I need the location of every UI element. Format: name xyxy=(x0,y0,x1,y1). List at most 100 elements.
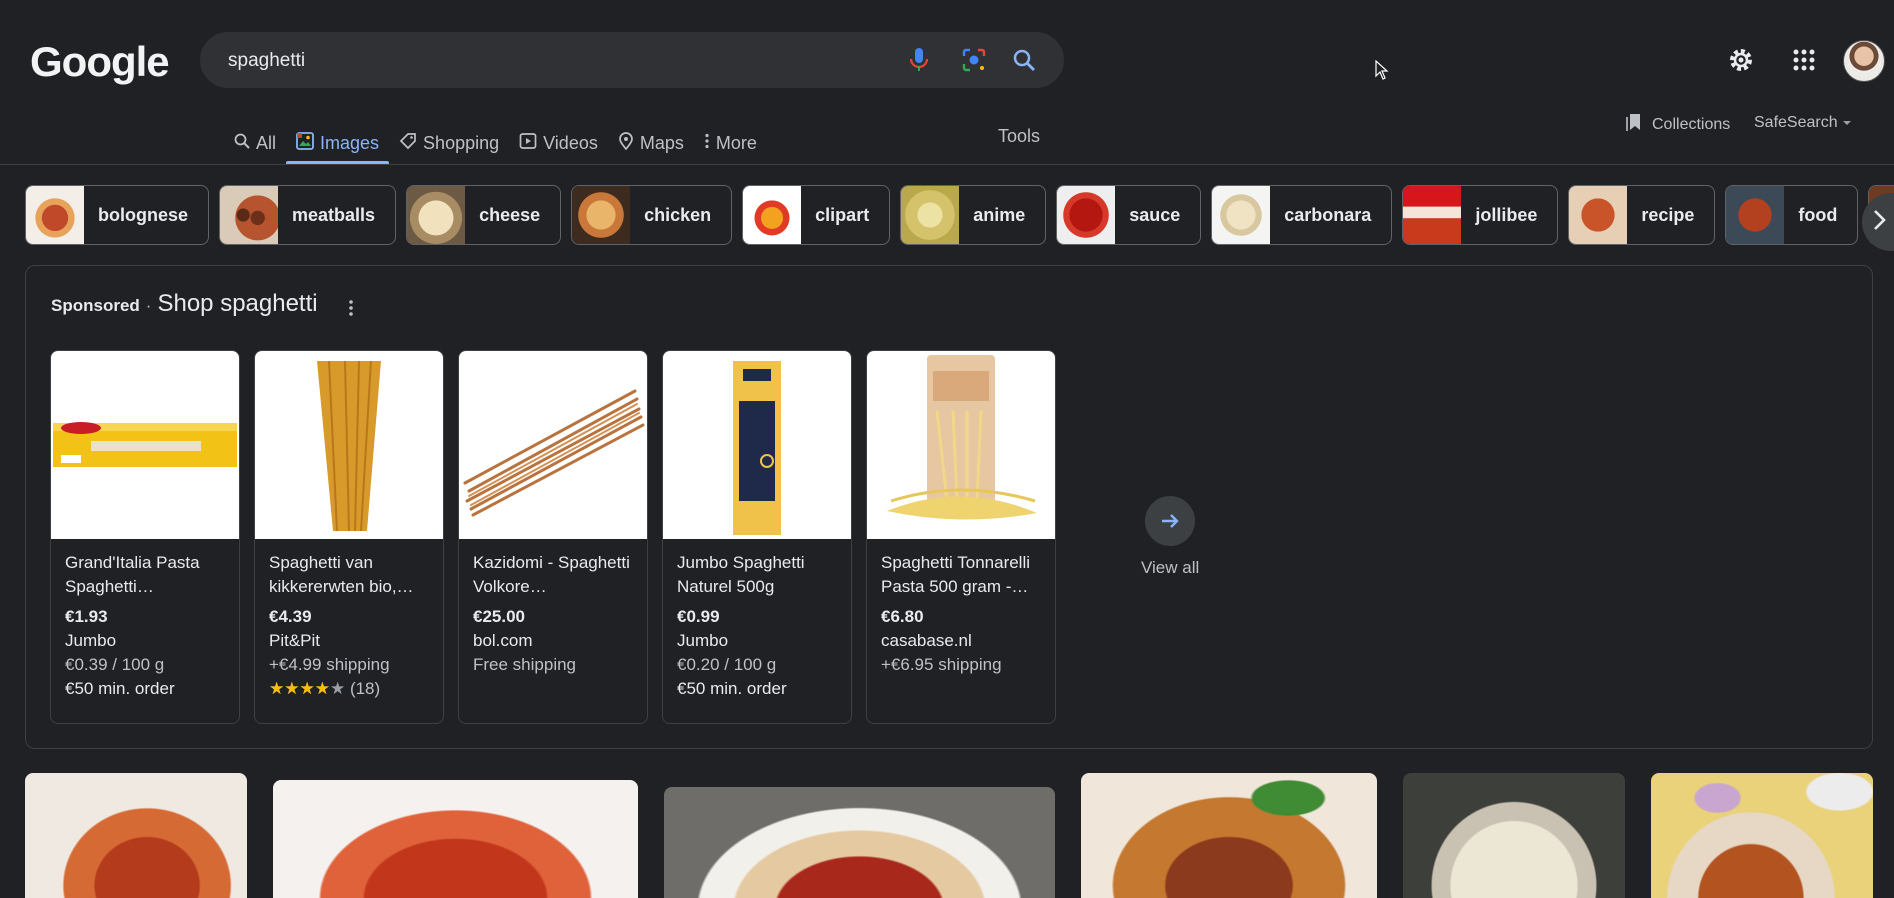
chip-label: chicken xyxy=(644,204,712,225)
tab-label: Images xyxy=(320,132,380,153)
chip-clipart[interactable]: clipart xyxy=(742,185,891,245)
chip-thumbnail xyxy=(1569,186,1628,244)
chip-label: anime xyxy=(973,204,1026,225)
product-unit-price: €0.20 / 100 g xyxy=(677,655,777,674)
settings-gear-icon[interactable] xyxy=(1723,42,1759,78)
shopping-options-kebab-icon[interactable] xyxy=(341,298,361,318)
tag-icon xyxy=(399,132,417,155)
chip-chicken[interactable]: chicken xyxy=(571,185,733,245)
collections-button[interactable]: Collections xyxy=(1626,112,1730,137)
chip-label: meatballs xyxy=(292,204,376,225)
product-title: Kazidomi - Spaghetti Volkore… xyxy=(473,553,630,596)
safesearch-menu[interactable]: SafeSearch xyxy=(1754,114,1852,132)
product-info: Kazidomi - Spaghetti Volkore… €25.00 bol… xyxy=(459,539,647,689)
product-title: Spaghetti Tonnarelli Pasta 500 gram -… xyxy=(881,553,1031,596)
tab-more[interactable]: More xyxy=(694,122,767,164)
tab-videos[interactable]: Videos xyxy=(509,122,608,164)
chip-thumbnail xyxy=(220,186,279,244)
image-result[interactable] xyxy=(273,780,638,898)
product-title: Spaghetti van kikkererwten bio,… xyxy=(269,553,414,596)
product-image xyxy=(459,351,647,539)
shopping-panel: Sponsored · Shop spaghetti Grand'Italia … xyxy=(25,265,1873,749)
header-divider xyxy=(0,164,1894,165)
chip-label: recipe xyxy=(1641,204,1695,225)
chip-bolognese[interactable]: bolognese xyxy=(25,185,210,245)
product-shipping: +€4.99 shipping xyxy=(269,655,390,674)
chip-sauce[interactable]: sauce xyxy=(1056,185,1202,245)
product-list: Grand'Italia Pasta Spaghetti… €1.93 Jumb… xyxy=(50,350,1056,724)
lens-icon[interactable] xyxy=(960,46,988,74)
separator: · xyxy=(145,296,152,315)
tab-maps[interactable]: Maps xyxy=(608,122,694,164)
image-result[interactable] xyxy=(1403,773,1625,898)
product-store: casabase.nl xyxy=(881,631,972,650)
chip-jollibee[interactable]: jollibee xyxy=(1402,185,1559,245)
tab-shopping[interactable]: Shopping xyxy=(389,122,509,164)
product-title: Grand'Italia Pasta Spaghetti… xyxy=(65,553,200,596)
product-card[interactable]: Jumbo Spaghetti Naturel 500g €0.99 Jumbo… xyxy=(662,350,852,724)
chip-thumbnail xyxy=(1057,186,1116,244)
pin-icon xyxy=(618,131,634,155)
search-box[interactable] xyxy=(200,32,1064,88)
image-result[interactable] xyxy=(664,787,1055,898)
google-logo[interactable]: Google xyxy=(30,38,170,86)
product-store: Pit&Pit xyxy=(269,631,321,650)
shopping-header: Sponsored · Shop spaghetti xyxy=(51,290,318,318)
product-card[interactable]: Spaghetti van kikkererwten bio,… €4.39 P… xyxy=(254,350,444,724)
related-chips: bolognese meatballs cheese chicken clipa… xyxy=(25,185,1894,245)
rating-count: (18) xyxy=(349,679,381,698)
search-tabs: All Images Shopping Videos Maps More xyxy=(224,122,767,164)
product-store: Jumbo xyxy=(65,631,117,650)
image-result[interactable] xyxy=(25,773,247,898)
shopping-title: Shop spaghetti xyxy=(157,290,318,317)
chip-label: food xyxy=(1798,204,1838,225)
tab-label: Shopping xyxy=(423,132,500,153)
product-info: Spaghetti van kikkererwten bio,… €4.39 P… xyxy=(255,539,443,713)
product-price: €4.39 xyxy=(269,607,312,626)
image-icon xyxy=(296,131,314,155)
product-image xyxy=(255,351,443,539)
product-card[interactable]: Kazidomi - Spaghetti Volkore… €25.00 bol… xyxy=(458,350,648,724)
product-store: bol.com xyxy=(473,631,533,650)
product-price: €1.93 xyxy=(65,607,108,626)
product-info: Spaghetti Tonnarelli Pasta 500 gram -… €… xyxy=(867,539,1055,689)
chip-cheese[interactable]: cheese xyxy=(406,185,562,245)
chip-meatballs[interactable]: meatballs xyxy=(219,185,397,245)
chip-food[interactable]: food xyxy=(1725,185,1859,245)
safesearch-label: SafeSearch xyxy=(1754,114,1838,131)
collections-label: Collections xyxy=(1652,115,1731,133)
microphone-icon[interactable] xyxy=(905,46,933,74)
product-card[interactable]: Spaghetti Tonnarelli Pasta 500 gram -… €… xyxy=(866,350,1056,724)
arrow-right-icon xyxy=(1145,496,1196,546)
search-icon[interactable] xyxy=(1010,46,1038,74)
product-store: Jumbo xyxy=(677,631,729,650)
product-min-order: €50 min. order xyxy=(65,679,175,698)
chip-thumbnail xyxy=(1212,186,1271,244)
apps-grid-icon[interactable] xyxy=(1786,42,1822,78)
product-card[interactable]: Grand'Italia Pasta Spaghetti… €1.93 Jumb… xyxy=(50,350,240,724)
tools-button[interactable]: Tools xyxy=(998,126,1040,147)
chip-label: cheese xyxy=(479,204,541,225)
chip-label: bolognese xyxy=(98,204,189,225)
chip-recipe[interactable]: recipe xyxy=(1568,185,1716,245)
chip-thumbnail xyxy=(901,186,960,244)
view-all-button[interactable]: View all xyxy=(1141,496,1199,578)
tab-label: Videos xyxy=(543,132,598,153)
chip-anime[interactable]: anime xyxy=(900,185,1047,245)
chip-thumbnail xyxy=(743,186,802,244)
image-result[interactable] xyxy=(1081,773,1377,898)
chip-label: sauce xyxy=(1129,204,1181,225)
chip-carbonara[interactable]: carbonara xyxy=(1211,185,1393,245)
product-title: Jumbo Spaghetti Naturel 500g xyxy=(677,553,805,596)
product-shipping: +€6.95 shipping xyxy=(881,655,1002,674)
rating-stars: ★★★★★ ★★★★★ xyxy=(269,679,346,698)
tab-all[interactable]: All xyxy=(224,122,286,164)
tab-images[interactable]: Images xyxy=(286,122,390,164)
tab-label: All xyxy=(256,132,277,153)
product-image xyxy=(51,351,239,539)
image-result[interactable] xyxy=(1651,773,1873,898)
chevron-right-icon xyxy=(1872,209,1886,236)
account-avatar[interactable] xyxy=(1843,40,1885,82)
search-input[interactable] xyxy=(226,46,850,76)
kebab-icon xyxy=(704,133,710,154)
